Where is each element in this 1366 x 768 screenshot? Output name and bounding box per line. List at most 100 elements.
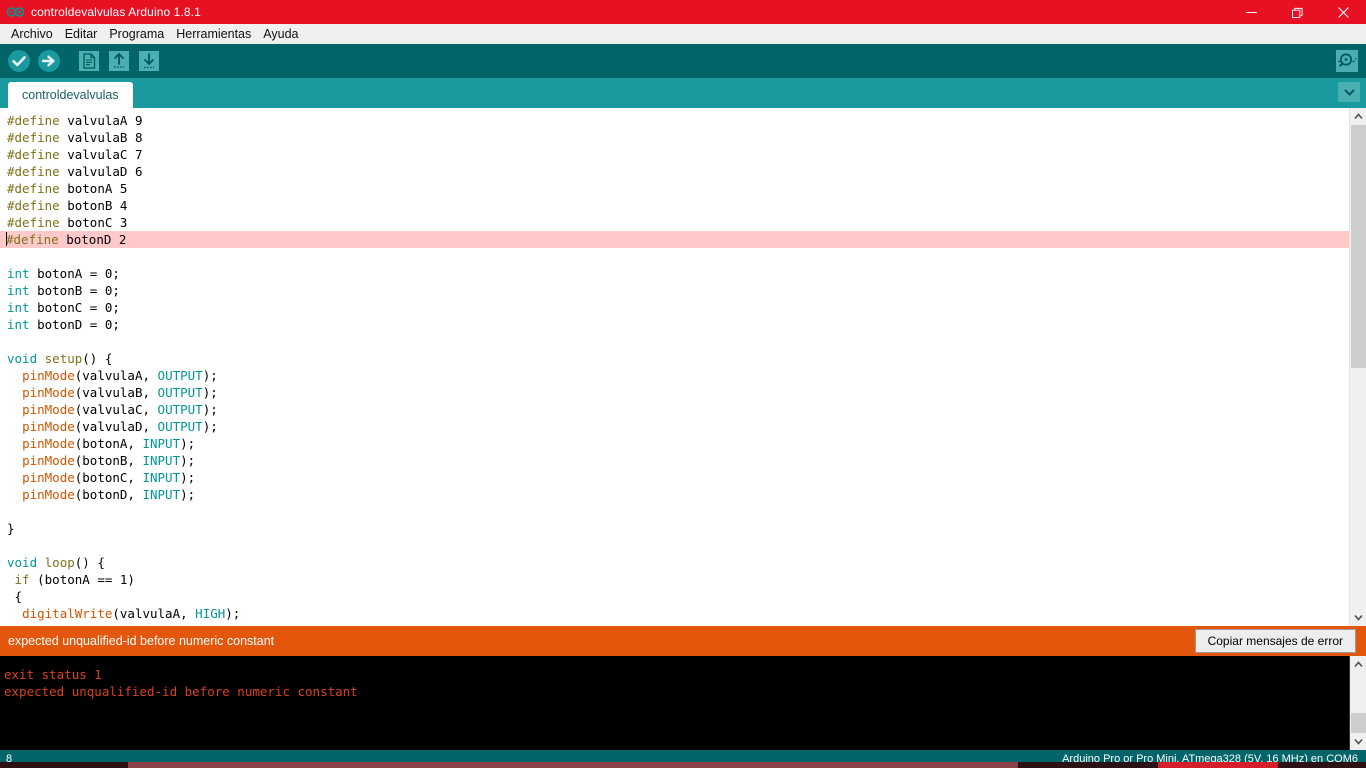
open-sketch-button[interactable] <box>105 47 133 75</box>
code-text-area[interactable]: #define valvulaA 9 #define valvulaB 8 #def… <box>0 108 1349 626</box>
code-token: pinMode <box>22 368 75 383</box>
code-token: digitalWrite <box>22 606 113 621</box>
code-line: #define valvulaD 6 <box>0 163 1349 180</box>
menu-archivo[interactable]: Archivo <box>5 24 59 44</box>
code-token: #define <box>7 113 60 128</box>
save-sketch-button[interactable] <box>135 47 163 75</box>
code-token: #define <box>7 164 60 179</box>
console-line: expected unqualified-id before numeric c… <box>4 684 358 699</box>
code-token: pinMode <box>22 436 75 451</box>
code-token: botonA = 0; <box>29 266 120 281</box>
window-controls <box>1228 0 1366 24</box>
main-toolbar <box>0 44 1366 78</box>
menu-programa[interactable]: Programa <box>103 24 170 44</box>
code-line: if (botonA == 1) <box>0 571 1349 588</box>
scroll-down-arrow-icon[interactable] <box>1350 609 1366 626</box>
console-output-panel[interactable]: exit status 1 expected unqualified-id bef… <box>0 656 1366 750</box>
code-line: int botonC = 0; <box>0 299 1349 316</box>
code-token: valvulaA 9 <box>59 113 143 128</box>
code-token: valvulaC 7 <box>59 147 143 162</box>
close-button[interactable] <box>1320 0 1366 24</box>
menu-herramientas[interactable]: Herramientas <box>170 24 257 44</box>
code-line: int botonA = 0; <box>0 265 1349 282</box>
code-token: pinMode <box>22 470 75 485</box>
taskbar-seg-5 <box>1278 762 1366 768</box>
code-line: } <box>0 520 1349 537</box>
code-line: { <box>0 588 1349 605</box>
code-token: (valvulaA, <box>112 606 196 621</box>
upload-button[interactable] <box>35 47 63 75</box>
code-token: botonD = 0; <box>29 317 120 332</box>
code-token: if <box>14 572 30 587</box>
title-bar: controldevalvulas Arduino 1.8.1 <box>0 0 1366 24</box>
arduino-infinity-logo-icon <box>7 6 24 19</box>
code-token: ); <box>202 402 218 417</box>
console-vertical-scrollbar[interactable] <box>1349 656 1366 750</box>
code-token: botonB = 0; <box>29 283 120 298</box>
copy-error-messages-button[interactable]: Copiar mensajes de error <box>1194 629 1356 653</box>
editor-scroll-thumb[interactable] <box>1351 125 1366 368</box>
code-token: #define <box>7 147 60 162</box>
serial-monitor-button[interactable] <box>1333 47 1361 75</box>
code-token: (valvulaD, <box>74 419 158 434</box>
console-scroll-down-arrow-icon[interactable] <box>1350 733 1366 750</box>
code-token: (valvulaB, <box>74 385 158 400</box>
code-token: pinMode <box>22 453 75 468</box>
code-token: () { <box>74 555 105 570</box>
scroll-up-arrow-icon[interactable] <box>1350 108 1366 125</box>
code-token: { <box>7 589 23 604</box>
code-token: OUTPUT <box>157 368 203 383</box>
console-scroll-up-arrow-icon[interactable] <box>1350 656 1366 673</box>
code-line: pinMode(valvulaC, OUTPUT); <box>0 401 1349 418</box>
minimize-button[interactable] <box>1228 0 1274 24</box>
code-token: ); <box>202 368 218 383</box>
restore-button[interactable] <box>1274 0 1320 24</box>
new-sketch-button[interactable] <box>75 47 103 75</box>
code-token: loop <box>44 555 75 570</box>
code-token: #define <box>7 198 60 213</box>
console-scroll-thumb[interactable] <box>1351 713 1366 733</box>
code-line: pinMode(botonB, INPUT); <box>0 452 1349 469</box>
toolbar-right-group <box>1332 47 1362 75</box>
menu-ayuda[interactable]: Ayuda <box>257 24 304 44</box>
sketch-tab-bar: controldevalvulas <box>0 78 1366 108</box>
code-line: digitalWrite(valvulaA, HIGH); <box>0 605 1349 622</box>
code-line: #define valvulaC 7 <box>0 146 1349 163</box>
menu-editar[interactable]: Editar <box>59 24 104 44</box>
code-token: int <box>7 317 30 332</box>
code-line: pinMode(valvulaB, OUTPUT); <box>0 384 1349 401</box>
code-line: #define botonA 5 <box>0 180 1349 197</box>
code-token: OUTPUT <box>157 402 203 417</box>
code-token: #define <box>7 181 60 196</box>
code-token: OUTPUT <box>157 419 203 434</box>
editor-vertical-scrollbar[interactable] <box>1349 108 1366 626</box>
code-line: pinMode(valvulaA, OUTPUT); <box>0 367 1349 384</box>
code-token: } <box>7 521 15 536</box>
code-editor[interactable]: #define valvulaA 9 #define valvulaB 8 #def… <box>0 108 1366 626</box>
code-token: INPUT <box>142 436 181 451</box>
chevron-down-icon[interactable] <box>1338 82 1360 102</box>
verify-button[interactable] <box>5 47 33 75</box>
code-token: pinMode <box>22 487 75 502</box>
code-line: int botonD = 0; <box>0 316 1349 333</box>
code-token: int <box>7 283 30 298</box>
taskbar-seg-4 <box>1158 762 1278 768</box>
code-token: pinMode <box>22 385 75 400</box>
taskbar-seg-3 <box>1018 762 1158 768</box>
sketch-tab-controldevalvulas[interactable]: controldevalvulas <box>8 82 133 108</box>
code-token: () { <box>82 351 113 366</box>
code-token: ); <box>180 436 196 451</box>
code-token: void <box>7 555 38 570</box>
code-token: #define <box>7 215 60 230</box>
code-token: botonB 4 <box>59 198 128 213</box>
menu-bar: Archivo Editar Programa Herramientas Ayu… <box>0 24 1366 44</box>
